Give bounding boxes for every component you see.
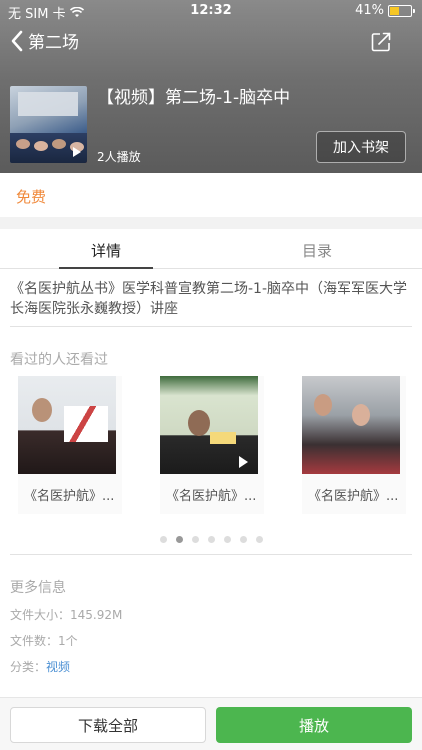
play-icon (239, 456, 248, 468)
page-dot (192, 536, 199, 543)
play-button[interactable]: 播放 (216, 707, 412, 743)
share-button[interactable] (370, 31, 392, 57)
description: 《名医护航丛书》医学科普宣教第二场-1-脑卒中（海军军医大学长海医院张永巍教授）… (10, 281, 408, 317)
file-count-value: 1个 (58, 634, 78, 648)
related-thumbnail (18, 376, 116, 474)
related-item[interactable]: 《名医护航》... (18, 376, 122, 514)
related-caption: 《名医护航》... (166, 489, 257, 504)
status-right: 41% (355, 3, 415, 18)
related-item[interactable]: 《名医护航》... (302, 376, 406, 514)
file-count-label: 文件数： (10, 634, 59, 648)
page-dot (224, 536, 231, 543)
nav-bar: 第二场 (0, 26, 422, 60)
play-count: 2人播放 (97, 150, 141, 164)
share-icon (371, 32, 391, 52)
category-link[interactable]: 视频 (46, 660, 70, 674)
add-to-shelf-button[interactable]: 加入书架 (316, 131, 406, 163)
file-count-row: 文件数：1个 (10, 632, 78, 649)
video-header: 无 SIM 卡 12:32 41% 第二场 【视频】第二场-1-脑卒中 2人播放… (0, 0, 422, 173)
divider (10, 554, 412, 555)
related-thumbnail (302, 376, 400, 474)
tab-details[interactable]: 详情 (91, 240, 121, 261)
back-button[interactable]: 第二场 (10, 28, 79, 53)
bottom-action-bar: 下载全部 播放 (0, 697, 422, 750)
file-size-label: 文件大小： (10, 608, 71, 622)
status-bar: 无 SIM 卡 12:32 41% (0, 0, 422, 22)
tab-contents[interactable]: 目录 (302, 240, 332, 261)
page-dot (160, 536, 167, 543)
play-icon (73, 147, 81, 157)
tab-indicator (59, 267, 153, 269)
nav-title: 第二场 (28, 33, 79, 53)
divider (10, 326, 412, 327)
file-size-value: 145.92M (70, 608, 123, 622)
page-dot (240, 536, 247, 543)
related-caption: 《名医护航》... (308, 489, 399, 504)
file-size-row: 文件大小：145.92M (10, 606, 122, 623)
page-dot (208, 536, 215, 543)
related-item[interactable]: 《名医护航》... (160, 376, 264, 514)
more-info-title: 更多信息 (10, 580, 66, 596)
chevron-left-icon (11, 30, 23, 51)
related-thumbnail (160, 376, 258, 474)
page-indicator (0, 536, 422, 544)
price-row: 免费 (0, 173, 422, 217)
section-gap (0, 217, 422, 229)
video-title: 【视频】第二场-1-脑卒中 (97, 88, 291, 108)
category-label: 分类： (10, 660, 47, 674)
download-all-button[interactable]: 下载全部 (10, 707, 206, 743)
related-caption: 《名医护航》... (24, 489, 115, 504)
page-dot (256, 536, 263, 543)
category-row: 分类：视频 (10, 658, 70, 675)
related-title: 看过的人还看过 (10, 352, 108, 368)
battery-icon (388, 4, 415, 17)
battery-percent: 41% (355, 3, 384, 18)
video-thumbnail[interactable] (10, 86, 87, 163)
price-label: 免费 (16, 188, 47, 206)
page-dot (176, 536, 183, 543)
tab-bar: 详情 目录 (0, 229, 422, 269)
